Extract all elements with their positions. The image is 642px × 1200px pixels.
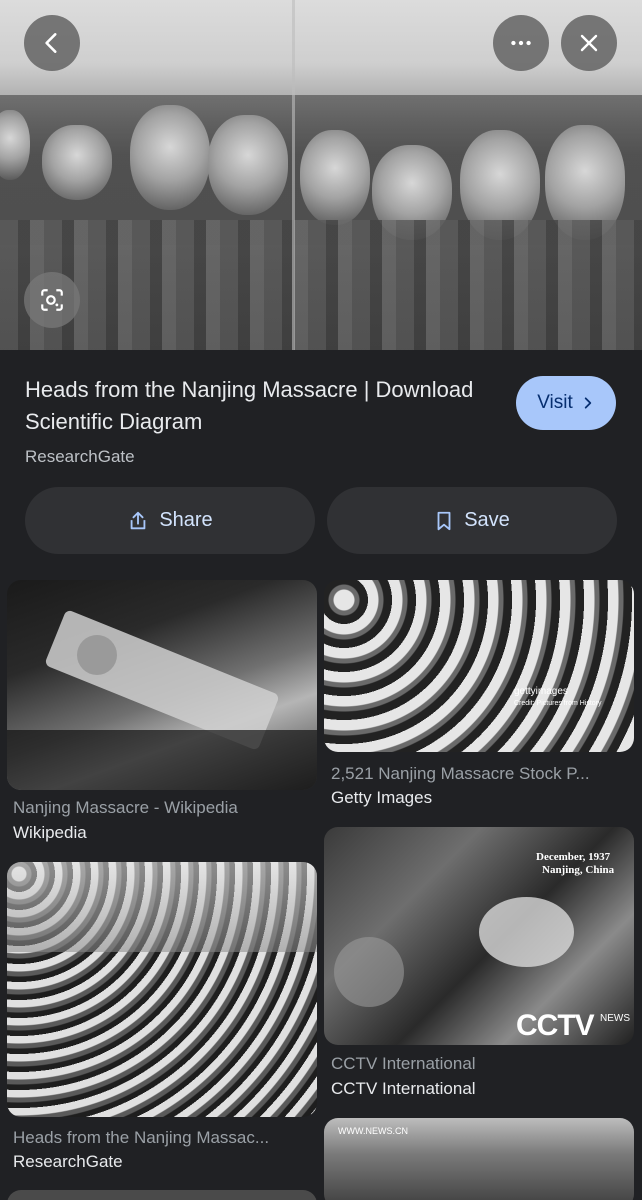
related-result-card[interactable]: gettyimages Credit: Pictures from Histor… xyxy=(324,580,634,810)
related-title: Heads from the Nanjing Massac... xyxy=(13,1128,270,1147)
related-caption-line2: Nanjing, China xyxy=(542,864,615,876)
google-lens-icon xyxy=(41,289,63,311)
share-button[interactable]: Share xyxy=(25,487,315,554)
back-button[interactable] xyxy=(24,15,80,71)
related-source: Wikipedia xyxy=(13,823,87,842)
image-figure xyxy=(300,130,370,225)
visit-label: Visit xyxy=(537,392,573,413)
related-source: Getty Images xyxy=(331,788,433,807)
related-title: 2,521 Nanjing Massacre Stock P... xyxy=(331,764,590,783)
image-figure xyxy=(130,105,210,210)
related-thumbnail xyxy=(7,862,317,1117)
close-button[interactable] xyxy=(561,15,617,71)
related-credit: Credit: Pictures from History xyxy=(514,700,602,707)
image-figure xyxy=(208,115,288,215)
bookmark-icon xyxy=(437,511,451,530)
related-thumbnail: gettyimages Credit: Pictures from Histor… xyxy=(324,580,634,752)
related-title: CCTV International xyxy=(331,1054,476,1073)
image-ground xyxy=(0,220,642,350)
lens-search-button[interactable] xyxy=(24,272,80,328)
related-source: ResearchGate xyxy=(13,1152,123,1171)
result-title[interactable]: Heads from the Nanjing Massacre | Downlo… xyxy=(25,374,495,438)
result-source: ResearchGate xyxy=(25,447,135,466)
related-result-card[interactable]: WWW.NEWS.CN xyxy=(324,1118,634,1200)
related-thumbnail: December, 1937 Nanjing, China CCTV NEWS xyxy=(324,827,634,1045)
image-figure xyxy=(42,125,112,200)
related-source: CCTV International xyxy=(331,1079,476,1098)
more-horiz-icon xyxy=(511,40,531,46)
share-label: Share xyxy=(159,509,213,531)
related-title: Nanjing Massacre - Wikipedia xyxy=(13,798,238,817)
save-label: Save xyxy=(464,509,510,531)
share-icon xyxy=(130,511,146,529)
more-options-button[interactable] xyxy=(493,15,549,71)
chevron-left-icon xyxy=(45,33,57,53)
chevron-right-icon xyxy=(584,397,591,409)
related-watermark: WWW.NEWS.CN xyxy=(338,1126,408,1136)
related-result-card[interactable] xyxy=(7,1190,317,1200)
related-thumbnail xyxy=(7,1190,317,1200)
visit-button[interactable]: Visit xyxy=(516,376,616,430)
related-watermark: gettyimages xyxy=(514,686,568,697)
cctv-logo: CCTV xyxy=(516,1009,595,1042)
related-thumbnail: WWW.NEWS.CN xyxy=(324,1118,634,1200)
related-result-card[interactable]: Nanjing Massacre - Wikipedia Wikipedia xyxy=(7,580,317,845)
image-divider xyxy=(292,0,295,350)
related-result-card[interactable]: December, 1937 Nanjing, China CCTV NEWS … xyxy=(324,827,634,1102)
cctv-logo-sub: NEWS xyxy=(600,1013,630,1024)
related-thumbnail xyxy=(7,580,317,790)
save-button[interactable]: Save xyxy=(327,487,617,554)
related-caption-line1: December, 1937 xyxy=(536,851,611,863)
related-result-card[interactable]: Heads from the Nanjing Massac... Researc… xyxy=(7,862,317,1174)
close-icon xyxy=(580,34,598,52)
